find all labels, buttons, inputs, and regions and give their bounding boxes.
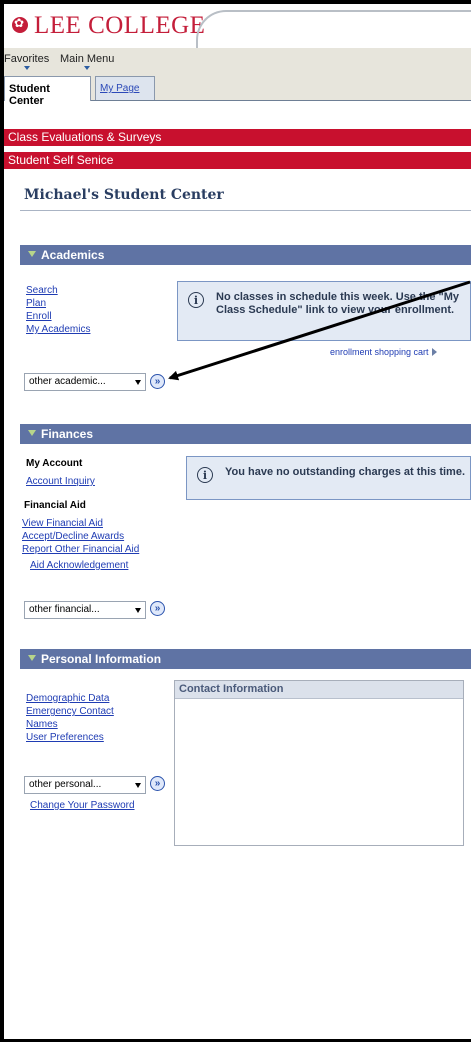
- annotation-arrow: [168, 280, 471, 381]
- annotation-arrow-line: [168, 280, 471, 381]
